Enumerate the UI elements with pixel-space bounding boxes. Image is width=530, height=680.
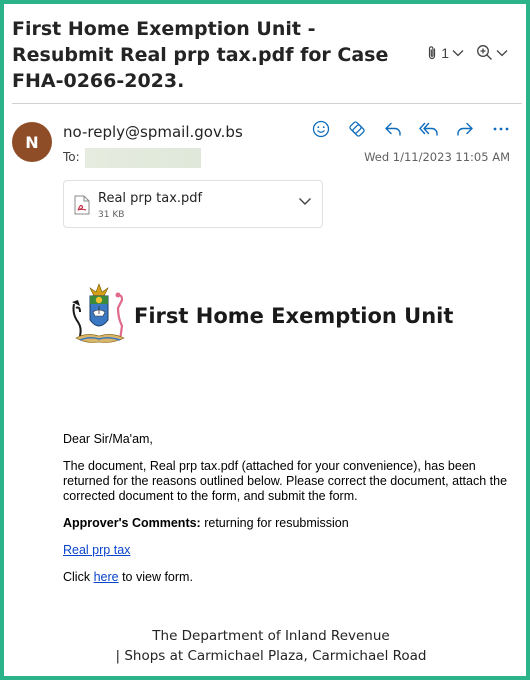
here-link[interactable]: here (94, 570, 119, 584)
email-body: Dear Sir/Ma'am, The document, Real prp t… (63, 432, 513, 597)
message-paragraph: The document, Real prp tax.pdf (attached… (63, 459, 508, 503)
smiley-icon (312, 120, 330, 138)
email-footer: The Department of Inland Revenue | Shops… (0, 626, 530, 666)
footer-department: The Department of Inland Revenue (152, 628, 390, 644)
attachment-count: 1 (441, 44, 449, 61)
unit-title: First Home Exemption Unit (134, 304, 454, 328)
chevron-down-icon (452, 49, 464, 56)
coat-of-arms-logo (72, 283, 125, 343)
zoom-button[interactable] (476, 44, 508, 61)
paperclip-icon (429, 45, 436, 59)
view-form-line: Click here to view form. (63, 570, 513, 585)
click-suffix: to view form. (118, 570, 193, 584)
received-date: Wed 1/11/2023 11:05 AM (364, 150, 510, 164)
more-actions-button[interactable] (490, 118, 512, 140)
chevron-down-icon (496, 49, 508, 56)
attachment-count-button[interactable]: 1 (426, 45, 464, 61)
attachment-size: 31 KB (98, 210, 125, 220)
forward-icon (457, 122, 473, 136)
reply-button[interactable] (382, 118, 404, 140)
message-actions (310, 118, 512, 140)
pdf-file-icon (74, 195, 90, 215)
loop-button[interactable] (346, 118, 368, 140)
loop-icon (349, 121, 365, 137)
email-subject: First Home Exemption Unit - Resubmit Rea… (12, 18, 389, 92)
reply-all-button[interactable] (418, 118, 440, 140)
attachment-card[interactable]: Real prp tax.pdf 31 KB (63, 180, 323, 228)
zoom-in-icon (477, 45, 492, 60)
attachment-name: Real prp tax.pdf (98, 191, 203, 206)
chevron-down-icon[interactable] (298, 197, 312, 206)
comments-text: returning for resubmission (200, 516, 349, 530)
comments-label: Approver's Comments: (63, 516, 201, 530)
sender-avatar[interactable]: N (12, 122, 52, 162)
forward-button[interactable] (454, 118, 476, 140)
to-label: To: (63, 150, 80, 164)
document-link[interactable]: Real prp tax (63, 543, 130, 557)
ellipsis-icon (493, 127, 509, 131)
sender-address[interactable]: no-reply@spmail.gov.bs (63, 123, 243, 141)
approver-comments: Approver's Comments: returning for resub… (63, 516, 513, 531)
emoji-reaction-button[interactable] (310, 118, 332, 140)
header-divider (12, 103, 522, 104)
click-prefix: Click (63, 570, 94, 584)
footer-address: | Shops at Carmichael Plaza, Carmichael … (115, 648, 427, 664)
reply-icon (385, 122, 401, 136)
reply-all-icon (419, 122, 438, 136)
redacted-recipient (85, 148, 201, 168)
subject-toolbar: 1 (418, 44, 508, 61)
greeting: Dear Sir/Ma'am, (63, 432, 153, 446)
